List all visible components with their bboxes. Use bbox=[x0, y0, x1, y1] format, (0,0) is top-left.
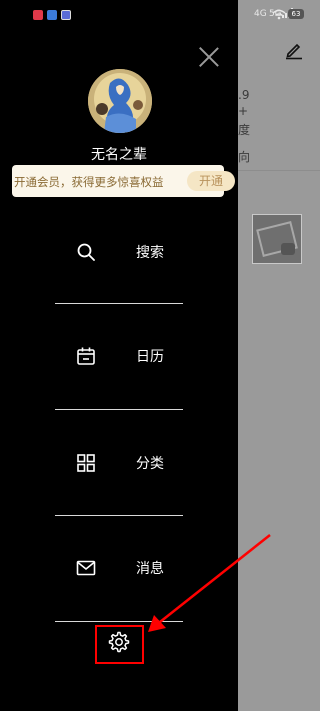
bg-text-fragment: 度 bbox=[238, 123, 251, 137]
wifi-icon bbox=[272, 9, 286, 20]
mail-icon bbox=[76, 560, 96, 576]
menu-item-label: 消息 bbox=[136, 561, 164, 577]
gear-icon[interactable] bbox=[107, 630, 131, 654]
battery-indicator: 63 bbox=[288, 9, 304, 19]
menu-item-calendar[interactable]: 日历 bbox=[55, 326, 183, 386]
close-icon[interactable] bbox=[198, 46, 220, 68]
side-drawer: 无名之辈 开通会员，获得更多惊喜权益 开通 搜索 日历 分类 消息 bbox=[0, 0, 238, 711]
divider bbox=[238, 170, 320, 171]
grid-icon bbox=[77, 454, 95, 472]
app-notification-icon bbox=[33, 10, 43, 20]
network-4g-label: 4G bbox=[254, 9, 267, 19]
menu-divider bbox=[55, 303, 183, 304]
open-vip-button[interactable]: 开通 bbox=[187, 171, 235, 191]
search-icon bbox=[77, 243, 95, 261]
article-thumbnail[interactable] bbox=[252, 214, 302, 264]
avatar-image bbox=[88, 69, 152, 133]
username[interactable]: 无名之辈 bbox=[0, 144, 238, 164]
menu-item-categories[interactable]: 分类 bbox=[55, 433, 183, 493]
edit-pencil-icon[interactable] bbox=[284, 40, 304, 60]
app-notification-icon bbox=[47, 10, 57, 20]
menu-divider bbox=[55, 515, 183, 516]
menu-item-label: 分类 bbox=[136, 456, 164, 472]
menu-item-search[interactable]: 搜索 bbox=[55, 222, 183, 282]
bg-text-fragment: .9 bbox=[238, 88, 250, 102]
menu-divider bbox=[55, 621, 183, 622]
menu-divider bbox=[55, 409, 183, 410]
bg-text-fragment: + bbox=[238, 104, 249, 118]
menu-item-label: 搜索 bbox=[136, 245, 164, 261]
menu-item-messages[interactable]: 消息 bbox=[55, 538, 183, 598]
menu-item-label: 日历 bbox=[136, 349, 164, 365]
vip-banner[interactable]: 开通会员，获得更多惊喜权益 开通 bbox=[12, 165, 235, 197]
bg-text-fragment: 向 bbox=[238, 150, 251, 164]
avatar[interactable] bbox=[88, 69, 152, 133]
app-notification-icon bbox=[61, 10, 71, 20]
vip-promo-text: 开通会员，获得更多惊喜权益 bbox=[14, 175, 164, 189]
calendar-icon bbox=[77, 347, 95, 365]
